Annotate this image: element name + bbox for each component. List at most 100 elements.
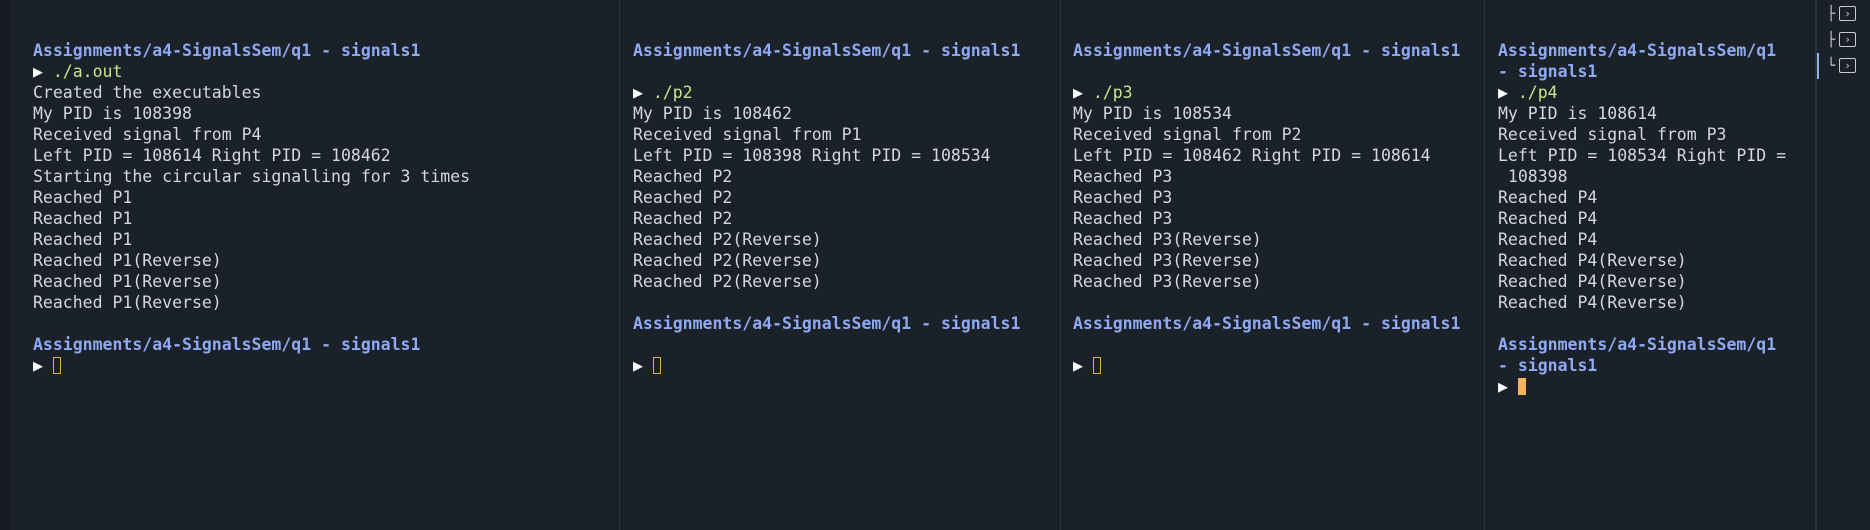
text-cursor[interactable] [1517,378,1526,395]
terminal-icon: › [1839,6,1856,21]
prompt-arrow-icon: ▶ [633,83,643,102]
output-line: Reached P3(Reverse) [1073,272,1262,291]
output-line: Reached P2 [633,167,733,186]
command-line: ▶ ./p3 [1073,82,1460,103]
output-line: Left PID = 108614 Right PID = 108462 [33,146,391,165]
prompt-path: Assignments/a4-SignalsSem/q1 - signals1 [33,335,421,354]
prompt-path: Assignments/a4-SignalsSem/q1 - signals1 [1073,41,1461,60]
output-line: Reached P1 [33,230,133,249]
tree-branch-icon: ├ [1827,32,1836,48]
output-line: Received signal from P1 [633,125,862,144]
prompt-path: - signals1 [1498,356,1598,375]
output-line: Reached P1(Reverse) [33,272,222,291]
input-line: ▶ [33,355,470,376]
output-line: Reached P3 [1073,188,1173,207]
prompt-path: Assignments/a4-SignalsSem/q1 [1498,335,1777,354]
output-line: Reached P3(Reverse) [1073,251,1262,270]
output-line: Received signal from P2 [1073,125,1302,144]
output-line: Reached P4(Reverse) [1498,272,1687,291]
terminal-list-item-2[interactable]: ├ › [1827,30,1867,50]
prompt-arrow-icon: ▶ [33,356,53,375]
command-text: ./a.out [42,62,123,81]
output-line: Left PID = 108398 Right PID = 108534 [633,146,991,165]
output-line: Reached P2(Reverse) [633,230,822,249]
output-line: My PID is 108534 [1073,104,1232,123]
input-line: ▶ [1073,355,1460,376]
terminal-output: Assignments/a4-SignalsSem/q1 - signals1 ▶… [633,40,1020,376]
prompt-path: Assignments/a4-SignalsSem/q1 [1498,41,1777,60]
output-line: Reached P3 [1073,209,1173,228]
terminal-pane-1[interactable]: Assignments/a4-SignalsSem/q1 - signals1 ▶… [9,0,620,530]
text-cursor[interactable] [1092,357,1101,374]
output-line: My PID is 108614 [1498,104,1657,123]
command-text: ./p2 [642,83,693,102]
output-line: Reached P3(Reverse) [1073,230,1262,249]
output-line: Reached P4(Reverse) [1498,251,1687,270]
output-line: Reached P2(Reverse) [633,251,822,270]
input-line: ▶ [1498,376,1786,397]
left-gutter [0,0,9,530]
tree-branch-icon: ├ [1827,6,1836,22]
output-line: Reached P4 [1498,209,1598,228]
prompt-path: Assignments/a4-SignalsSem/q1 - signals1 [633,41,1021,60]
output-line: Reached P2 [633,209,733,228]
output-line: 108398 [1498,167,1568,186]
output-line: Reached P1 [33,209,133,228]
command-text: ./p3 [1082,83,1133,102]
command-line: ▶ ./p4 [1498,82,1786,103]
terminal-pane-2[interactable]: Assignments/a4-SignalsSem/q1 - signals1 ▶… [620,0,1061,530]
terminal-pane-4[interactable]: Assignments/a4-SignalsSem/q1- signals1 ▶ … [1485,0,1816,530]
command-line: ▶ ./a.out [33,61,470,82]
output-line: Reached P2(Reverse) [633,272,822,291]
output-line: Reached P1(Reverse) [33,251,222,270]
terminal-list-sidebar: ├ › ├ › └ › [1816,0,1870,530]
text-cursor[interactable] [652,357,661,374]
output-line: Reached P4(Reverse) [1498,293,1687,312]
output-line: Reached P4 [1498,188,1598,207]
terminal-pane-3[interactable]: Assignments/a4-SignalsSem/q1 - signals1 ▶… [1061,0,1485,530]
output-line: Left PID = 108462 Right PID = 108614 [1073,146,1431,165]
output-line: Received signal from P3 [1498,125,1727,144]
prompt-path: Assignments/a4-SignalsSem/q1 - signals1 [33,41,421,60]
output-line: Reached P4 [1498,230,1598,249]
prompt-arrow-icon: ▶ [1073,83,1083,102]
terminal-output: Assignments/a4-SignalsSem/q1- signals1 ▶ … [1498,40,1786,397]
output-line: Left PID = 108534 Right PID = [1498,146,1787,165]
terminal-output: Assignments/a4-SignalsSem/q1 - signals1 ▶… [1073,40,1460,376]
terminal-output: Assignments/a4-SignalsSem/q1 - signals1 ▶… [33,40,470,376]
output-line: Created the executables [33,83,262,102]
output-line: Reached P3 [1073,167,1173,186]
terminal-icon: › [1839,32,1856,47]
prompt-arrow-icon: ▶ [633,356,653,375]
terminal-list-item-1[interactable]: ├ › [1827,4,1867,24]
output-line: Received signal from P4 [33,125,262,144]
command-line: ▶ ./p2 [633,82,1020,103]
active-indicator [1817,53,1819,79]
prompt-arrow-icon: ▶ [1073,356,1093,375]
prompt-path: Assignments/a4-SignalsSem/q1 - signals1 [1073,314,1461,333]
tree-branch-icon: └ [1827,58,1836,74]
command-text: ./p4 [1507,83,1558,102]
output-line: Reached P1 [33,188,133,207]
output-line: My PID is 108462 [633,104,792,123]
text-cursor[interactable] [52,357,61,374]
output-line: Starting the circular signalling for 3 t… [33,167,471,186]
prompt-path: Assignments/a4-SignalsSem/q1 - signals1 [633,314,1021,333]
terminal-list-item-3[interactable]: └ › [1827,56,1867,76]
prompt-arrow-icon: ▶ [1498,377,1518,396]
prompt-path: - signals1 [1498,62,1598,81]
output-line: Reached P1(Reverse) [33,293,222,312]
input-line: ▶ [633,355,1020,376]
prompt-arrow-icon: ▶ [1498,83,1508,102]
output-line: Reached P2 [633,188,733,207]
prompt-arrow-icon: ▶ [33,62,43,81]
output-line: My PID is 108398 [33,104,192,123]
